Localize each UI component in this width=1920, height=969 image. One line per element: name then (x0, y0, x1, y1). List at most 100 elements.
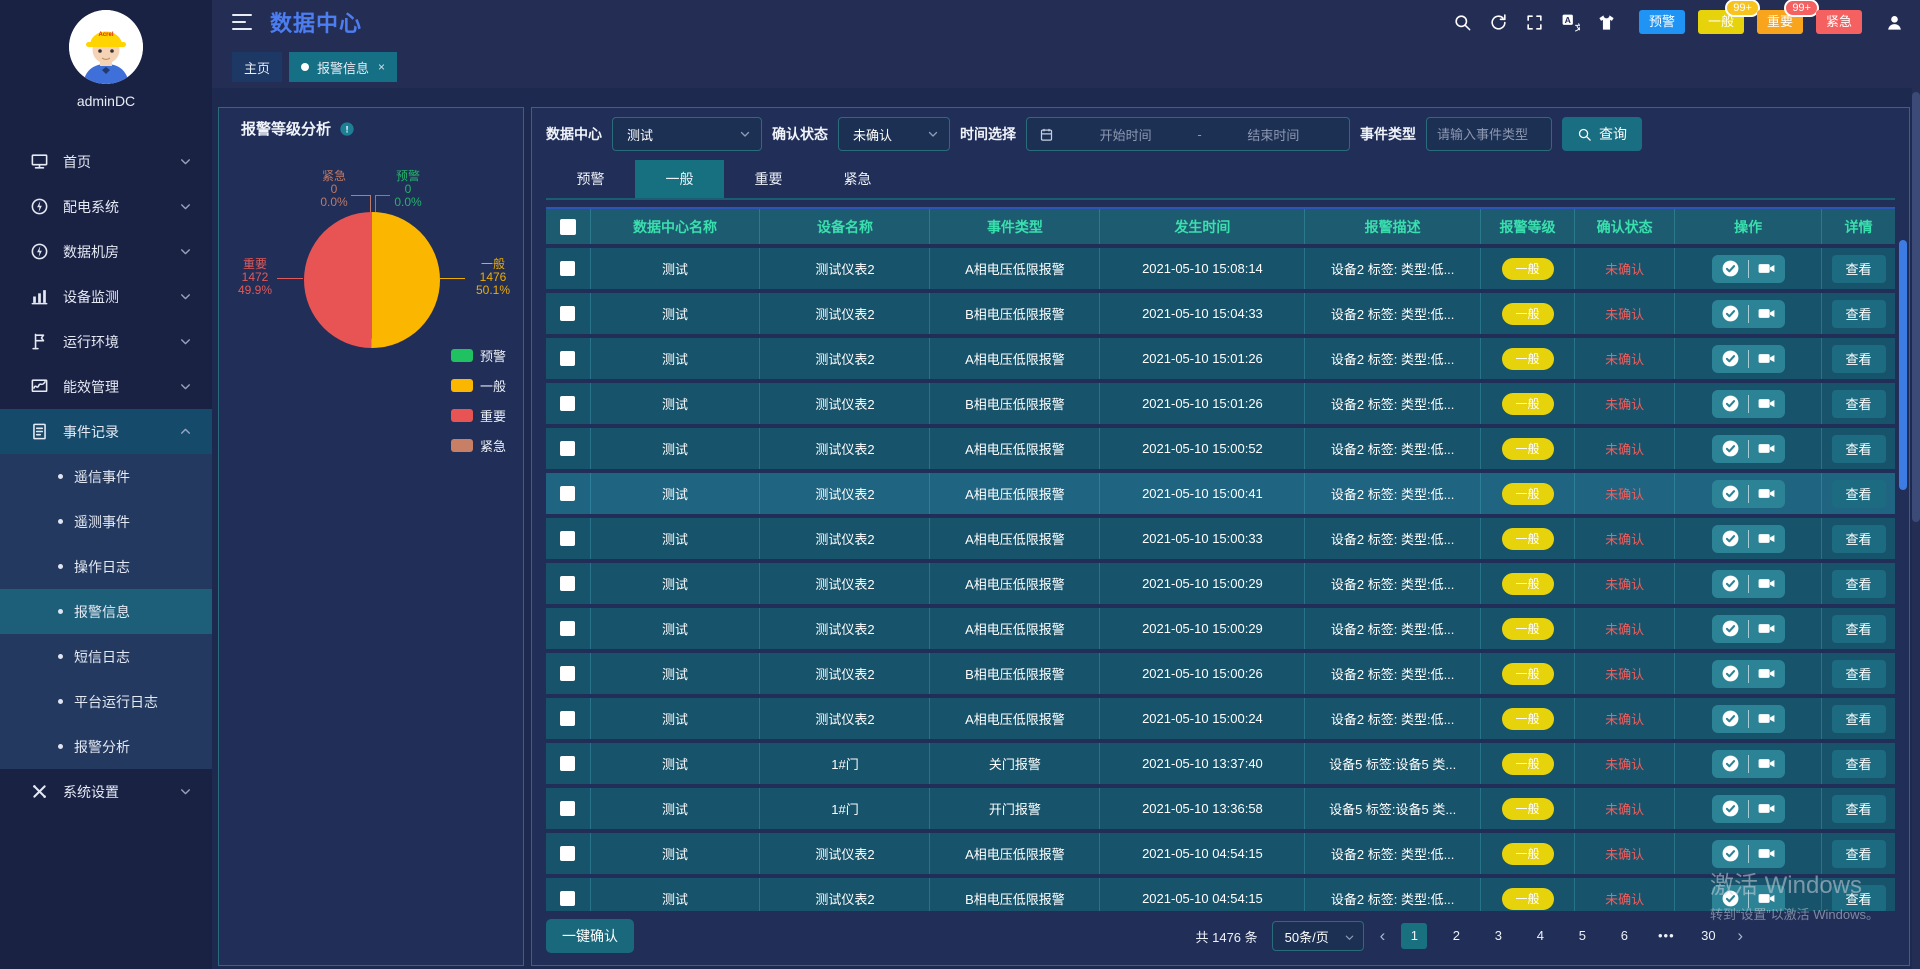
confirm-check-icon[interactable] (1721, 394, 1740, 413)
view-button[interactable]: 查看 (1832, 525, 1886, 553)
sidebar-menu-item[interactable]: 事件记录 (0, 409, 212, 454)
view-button[interactable]: 查看 (1832, 570, 1886, 598)
sidebar-submenu-item[interactable]: 报警信息 (0, 589, 212, 634)
camera-icon[interactable] (1757, 754, 1776, 773)
page-number[interactable]: 30 (1695, 923, 1721, 949)
confirm-check-icon[interactable] (1721, 484, 1740, 503)
alarm-count-button[interactable]: 一般 99+ (1698, 10, 1744, 34)
view-button[interactable]: 查看 (1832, 390, 1886, 418)
confirm-check-icon[interactable] (1721, 439, 1740, 458)
legend-item[interactable]: 重要 (451, 406, 506, 425)
camera-icon[interactable] (1757, 574, 1776, 593)
confirm-check-icon[interactable] (1721, 799, 1740, 818)
view-button[interactable]: 查看 (1832, 435, 1886, 463)
confirm-check-icon[interactable] (1721, 664, 1740, 683)
alarm-count-button[interactable]: 紧急 (1816, 10, 1862, 34)
camera-icon[interactable] (1757, 349, 1776, 368)
legend-item[interactable]: 紧急 (451, 436, 506, 455)
row-checkbox[interactable] (560, 486, 575, 501)
row-checkbox[interactable] (560, 711, 575, 726)
confirm-check-icon[interactable] (1721, 574, 1740, 593)
view-button[interactable]: 查看 (1832, 345, 1886, 373)
tab-alarm-info[interactable]: 报警信息 × (289, 52, 397, 82)
row-checkbox[interactable] (560, 531, 575, 546)
sidebar-menu-item[interactable]: 首页 (0, 139, 212, 184)
confirm-check-icon[interactable] (1721, 709, 1740, 728)
view-button[interactable]: 查看 (1832, 705, 1886, 733)
row-checkbox[interactable] (560, 666, 575, 681)
sidebar-submenu-item[interactable]: 短信日志 (0, 634, 212, 679)
row-checkbox[interactable] (560, 261, 575, 276)
confirm-check-icon[interactable] (1721, 304, 1740, 323)
alarm-tab[interactable]: 紧急 (813, 160, 902, 198)
next-page-icon[interactable]: › (1735, 926, 1745, 946)
camera-icon[interactable] (1757, 439, 1776, 458)
confirm-check-icon[interactable] (1721, 619, 1740, 638)
event-type-input[interactable] (1426, 117, 1552, 151)
legend-item[interactable]: 预警 (451, 346, 506, 365)
fullscreen-icon[interactable] (1525, 13, 1544, 32)
info-icon[interactable]: ! (339, 121, 355, 137)
table-scrollbar[interactable] (1899, 240, 1907, 490)
alarm-tab[interactable]: 重要 (724, 160, 813, 198)
camera-icon[interactable] (1757, 889, 1776, 908)
sidebar-menu-item[interactable]: 运行环境 (0, 319, 212, 364)
confirm-all-button[interactable]: 一键确认 (546, 919, 634, 953)
sidebar-submenu-item[interactable]: 平台运行日志 (0, 679, 212, 724)
row-checkbox[interactable] (560, 846, 575, 861)
date-range-picker[interactable]: 开始时间 - 结束时间 (1026, 117, 1350, 151)
camera-icon[interactable] (1757, 304, 1776, 323)
confirm-check-icon[interactable] (1721, 349, 1740, 368)
legend-item[interactable]: 一般 (451, 376, 506, 395)
translate-icon[interactable]: A文 (1561, 13, 1580, 32)
sidebar-menu-item[interactable]: 设备监测 (0, 274, 212, 319)
tab-home[interactable]: 主页 (232, 52, 282, 82)
confirm-check-icon[interactable] (1721, 889, 1740, 908)
sidebar-submenu-item[interactable]: 报警分析 (0, 724, 212, 769)
page-number[interactable]: 2 (1443, 923, 1469, 949)
confirm-check-icon[interactable] (1721, 754, 1740, 773)
view-button[interactable]: 查看 (1832, 795, 1886, 823)
page-number[interactable]: 4 (1527, 923, 1553, 949)
start-time-placeholder[interactable]: 开始时间 (1062, 125, 1189, 144)
page-number[interactable]: 5 (1569, 923, 1595, 949)
sidebar-menu-item[interactable]: 能效管理 (0, 364, 212, 409)
page-scrollbar[interactable] (1912, 88, 1920, 969)
sidebar-menu-item[interactable]: 配电系统 (0, 184, 212, 229)
sidebar-menu-item[interactable]: 系统设置 (0, 769, 212, 814)
view-button[interactable]: 查看 (1832, 840, 1886, 868)
page-number[interactable]: 3 (1485, 923, 1511, 949)
prev-page-icon[interactable]: ‹ (1378, 926, 1388, 946)
user-icon[interactable] (1885, 13, 1904, 32)
page-number[interactable]: 6 (1611, 923, 1637, 949)
view-button[interactable]: 查看 (1832, 300, 1886, 328)
view-button[interactable]: 查看 (1832, 750, 1886, 778)
view-button[interactable]: 查看 (1832, 660, 1886, 688)
center-select[interactable]: 测试 (612, 117, 762, 151)
alarm-count-button[interactable]: 预警 (1639, 10, 1685, 34)
theme-icon[interactable] (1597, 13, 1616, 32)
view-button[interactable]: 查看 (1832, 885, 1886, 912)
row-checkbox[interactable] (560, 621, 575, 636)
row-checkbox[interactable] (560, 576, 575, 591)
alarm-count-button[interactable]: 重要 99+ (1757, 10, 1803, 34)
refresh-icon[interactable] (1489, 13, 1508, 32)
confirm-check-icon[interactable] (1721, 259, 1740, 278)
view-button[interactable]: 查看 (1832, 480, 1886, 508)
menu-toggle-icon[interactable] (232, 14, 252, 30)
camera-icon[interactable] (1757, 529, 1776, 548)
camera-icon[interactable] (1757, 394, 1776, 413)
search-icon[interactable] (1453, 13, 1472, 32)
camera-icon[interactable] (1757, 664, 1776, 683)
row-checkbox[interactable] (560, 891, 575, 906)
camera-icon[interactable] (1757, 484, 1776, 503)
sidebar-menu-item[interactable]: 数据机房 (0, 229, 212, 274)
page-size-select[interactable]: 50条/页 (1272, 921, 1364, 951)
row-checkbox[interactable] (560, 441, 575, 456)
camera-icon[interactable] (1757, 619, 1776, 638)
row-checkbox[interactable] (560, 351, 575, 366)
camera-icon[interactable] (1757, 844, 1776, 863)
pagination-ellipsis[interactable]: ••• (1653, 923, 1679, 949)
select-all-checkbox[interactable] (560, 219, 576, 235)
row-checkbox[interactable] (560, 756, 575, 771)
